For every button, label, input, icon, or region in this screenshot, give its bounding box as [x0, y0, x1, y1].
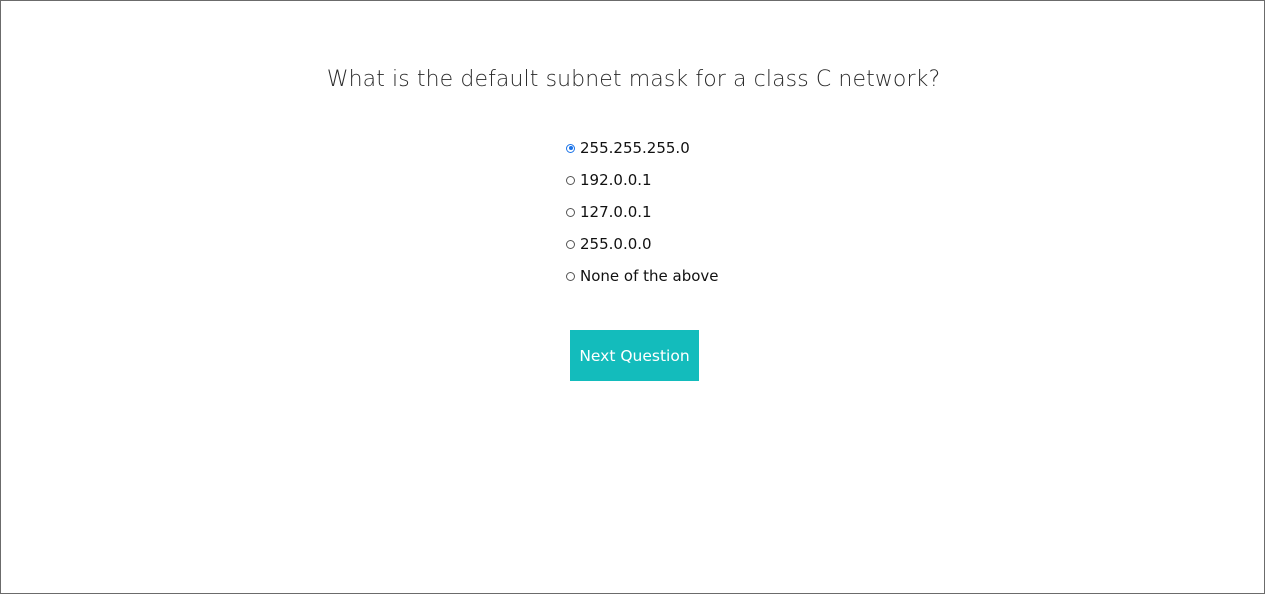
option-none-of-the-above[interactable]: None of the above: [565, 260, 865, 292]
question-text: What is the default subnet mask for a cl…: [326, 67, 941, 92]
radio-button[interactable]: [566, 175, 575, 185]
option-label: 192.0.0.1: [580, 171, 652, 189]
option-label: None of the above: [580, 267, 719, 285]
option-255-255-255-0[interactable]: 255.255.255.0: [565, 132, 865, 164]
next-question-button[interactable]: Next Question: [570, 330, 699, 381]
page-frame: What is the default subnet mask for a cl…: [0, 0, 1265, 594]
option-192-0-0-1[interactable]: 192.0.0.1: [565, 164, 865, 196]
option-255-0-0-0[interactable]: 255.0.0.0: [565, 228, 865, 260]
option-label: 255.0.0.0: [580, 235, 652, 253]
option-127-0-0-1[interactable]: 127.0.0.1: [565, 196, 865, 228]
option-label: 255.255.255.0: [580, 139, 690, 157]
radio-button[interactable]: [566, 271, 575, 281]
radio-button-selected[interactable]: [566, 143, 575, 153]
radio-button[interactable]: [566, 239, 575, 249]
radio-button[interactable]: [566, 207, 575, 217]
option-label: 127.0.0.1: [580, 203, 652, 221]
answer-options: 255.255.255.0 192.0.0.1 127.0.0.1 255.0.…: [565, 132, 865, 292]
